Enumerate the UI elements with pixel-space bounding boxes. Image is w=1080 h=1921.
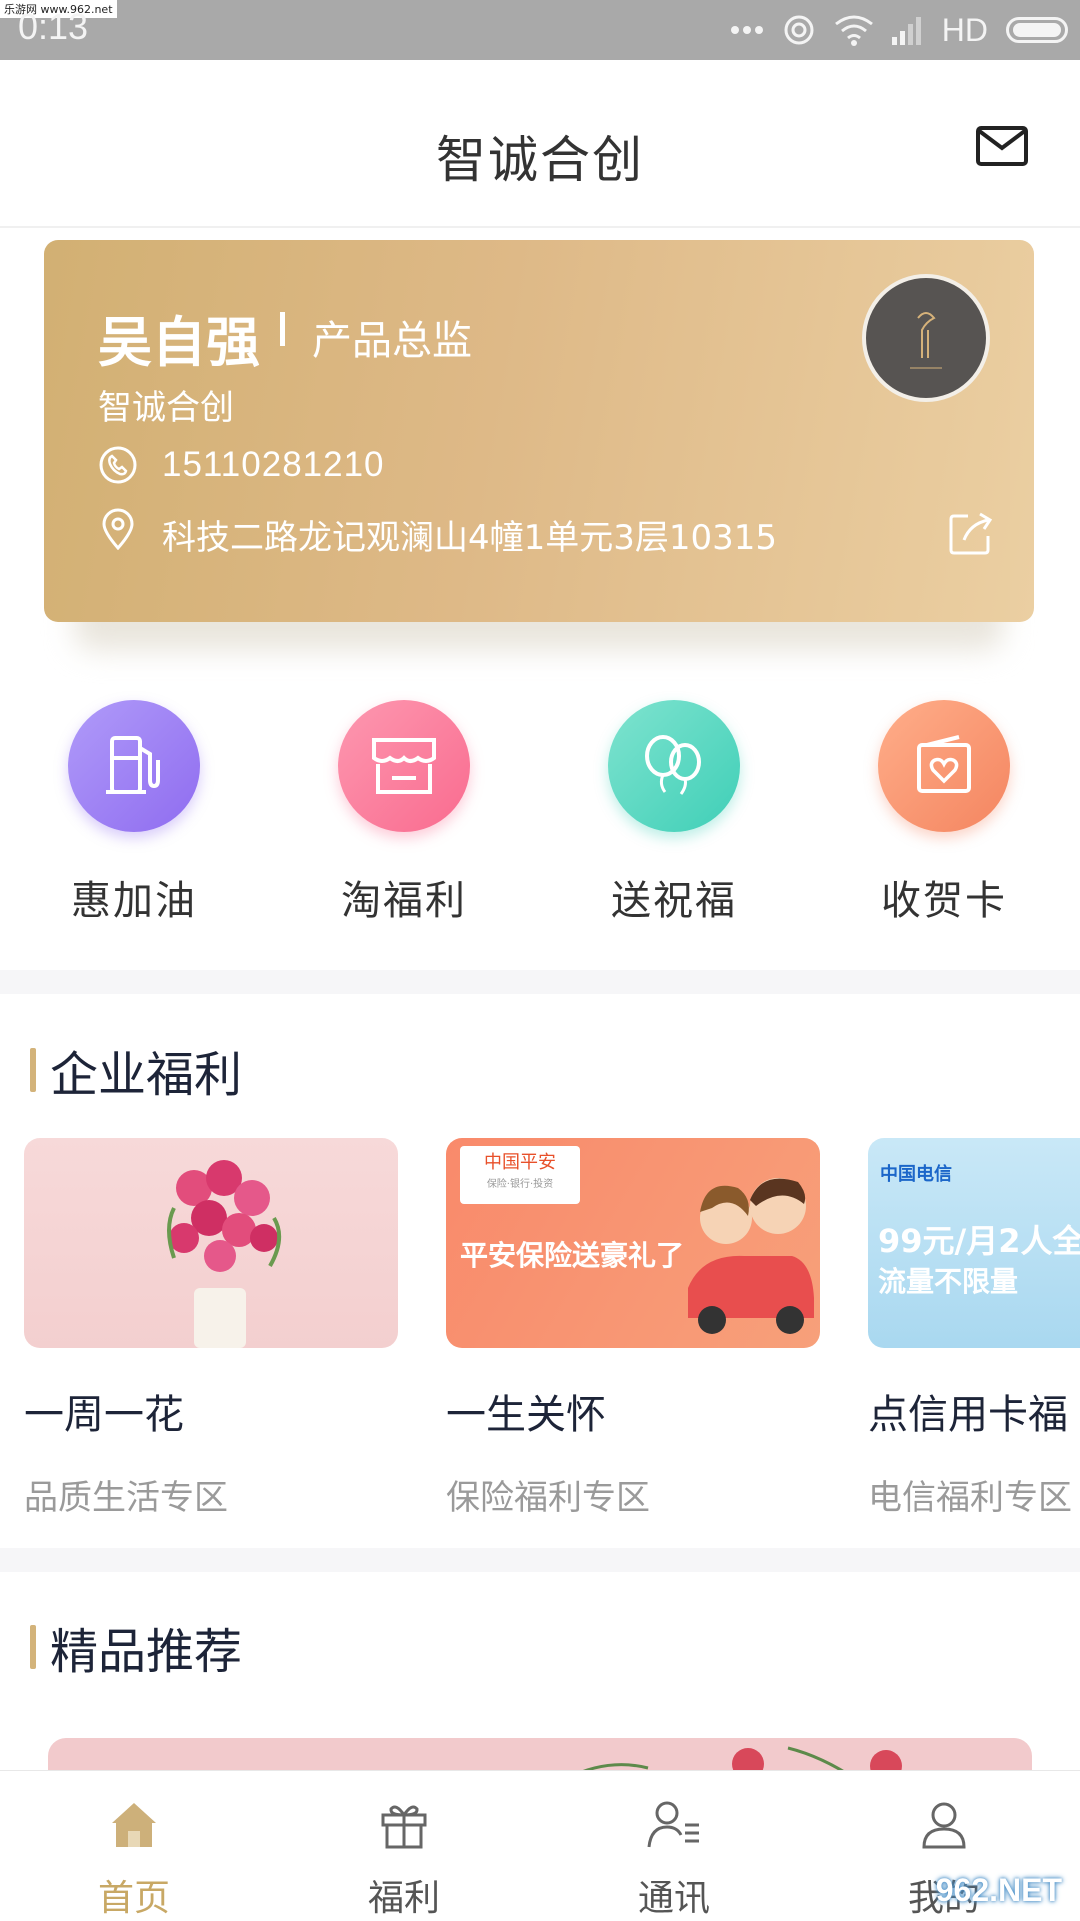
action-receive-card[interactable]: 收贺卡 xyxy=(844,700,1044,926)
welfare-card-subtitle: 保险福利专区 xyxy=(446,1478,650,1518)
welfare-card-subtitle: 电信福利专区 xyxy=(868,1478,1072,1518)
action-label: 淘福利 xyxy=(341,878,467,924)
hotspot-icon xyxy=(784,15,814,45)
insurance-promo-image: 中国平安保险·银行·投资 平安保险送豪礼了 xyxy=(446,1138,820,1348)
insurance-brand-logo: 中国平安保险·银行·投资 xyxy=(460,1146,580,1204)
welfare-card-title: 点信用卡福 xyxy=(868,1392,1068,1438)
battery-icon xyxy=(1006,17,1068,43)
nav-welfare[interactable]: 福利 xyxy=(304,1799,504,1921)
insurance-brand-sub: 保险·银行·投资 xyxy=(486,1179,554,1190)
section-accent-bar xyxy=(30,1048,36,1092)
card-name: 吴自强 xyxy=(98,311,260,374)
business-card[interactable]: 吴自强 产品总监 智诚合创 15110281210 科技二路龙记观澜山4幢1单元… xyxy=(44,240,1034,622)
page-title: 智诚合创 xyxy=(436,131,644,189)
welfare-card-flowers[interactable]: 一周一花 品质生活专区 xyxy=(24,1138,398,1519)
storefront-icon xyxy=(338,700,470,832)
card-heart-icon xyxy=(878,700,1010,832)
action-label: 送祝福 xyxy=(611,878,737,924)
recommend-section-title: 精品推荐 xyxy=(30,1612,242,1682)
balloons-icon xyxy=(608,700,740,832)
fuel-pump-icon xyxy=(68,700,200,832)
action-welfare-shop[interactable]: 淘福利 xyxy=(304,700,504,926)
welfare-card-title: 一周一花 xyxy=(24,1392,184,1438)
telecom-promo-image: 中国电信 99元/月2人全 流量不限量 xyxy=(868,1138,1080,1348)
flower-vase-icon xyxy=(167,1160,282,1348)
welfare-card-telecom[interactable]: 中国电信 99元/月2人全 流量不限量 点信用卡福 电信福利专区 xyxy=(868,1138,1080,1519)
bottom-nav: 首页 福利 通讯 我的 xyxy=(0,1770,1080,1921)
quick-actions: 惠加油 淘福利 送祝福 收贺卡 xyxy=(0,700,1080,965)
welfare-section-title: 企业福利 xyxy=(30,1035,242,1105)
card-role: 产品总监 xyxy=(312,318,472,364)
telecom-promo-text: 99元/月2人全 xyxy=(878,1222,1080,1260)
card-separator xyxy=(280,312,285,346)
nav-label: 福利 xyxy=(367,1878,440,1919)
phone-icon xyxy=(99,446,137,484)
share-icon[interactable] xyxy=(948,510,994,556)
status-icons: HD xyxy=(730,8,1068,52)
recommend-title-text: 精品推荐 xyxy=(50,1624,243,1680)
card-phone[interactable]: 15110281210 xyxy=(162,445,385,485)
nav-label: 通讯 xyxy=(637,1878,710,1919)
signal-icon xyxy=(891,17,921,45)
status-time: 0:13 xyxy=(18,6,89,47)
telecom-brand-logo: 中国电信 xyxy=(880,1164,952,1185)
home-icon xyxy=(112,1803,156,1847)
flower-bouquet-image xyxy=(24,1138,398,1348)
location-pin-icon xyxy=(102,508,134,550)
company-logo xyxy=(862,274,990,402)
welfare-title-text: 企业福利 xyxy=(50,1047,243,1103)
more-dots-icon xyxy=(730,26,763,34)
watermark-bottom: 962.NET xyxy=(935,1872,1062,1908)
app-header: 智诚合创 xyxy=(0,60,1080,228)
section-divider xyxy=(0,1548,1080,1572)
logo-mark-icon xyxy=(910,312,942,369)
network-type: HD xyxy=(941,11,988,48)
telecom-promo-text-2: 流量不限量 xyxy=(878,1265,1019,1298)
status-bar: 乐游网 www.962.net 0:13 HD xyxy=(0,0,1080,60)
nav-label: 首页 xyxy=(97,1878,170,1919)
wifi-icon xyxy=(834,15,873,46)
insurance-promo-text: 平安保险送豪礼了 xyxy=(460,1239,685,1272)
section-accent-bar xyxy=(30,1625,36,1669)
section-divider xyxy=(0,970,1080,994)
insurance-brand-name: 中国平安 xyxy=(484,1152,556,1173)
welfare-card-insurance[interactable]: 中国平安保险·银行·投资 平安保险送豪礼了 一生关怀 保险福利专区 xyxy=(446,1138,820,1519)
contacts-icon xyxy=(647,1801,699,1848)
profile-icon xyxy=(922,1802,966,1849)
card-company: 智诚合创 xyxy=(98,388,234,428)
welfare-card-title: 一生关怀 xyxy=(446,1392,606,1438)
action-fuel[interactable]: 惠加油 xyxy=(34,700,234,926)
card-address: 科技二路龙记观澜山4幢1单元3层10315 xyxy=(162,518,778,558)
car-couple-icon xyxy=(688,1178,814,1334)
nav-contacts[interactable]: 通讯 xyxy=(574,1799,774,1921)
action-send-wishes[interactable]: 送祝福 xyxy=(574,700,774,926)
mail-icon[interactable] xyxy=(976,126,1028,166)
action-label: 惠加油 xyxy=(71,878,197,924)
gift-icon xyxy=(381,1805,427,1849)
action-label: 收贺卡 xyxy=(881,878,1007,924)
welfare-card-subtitle: 品质生活专区 xyxy=(24,1478,228,1518)
nav-home[interactable]: 首页 xyxy=(34,1799,234,1921)
